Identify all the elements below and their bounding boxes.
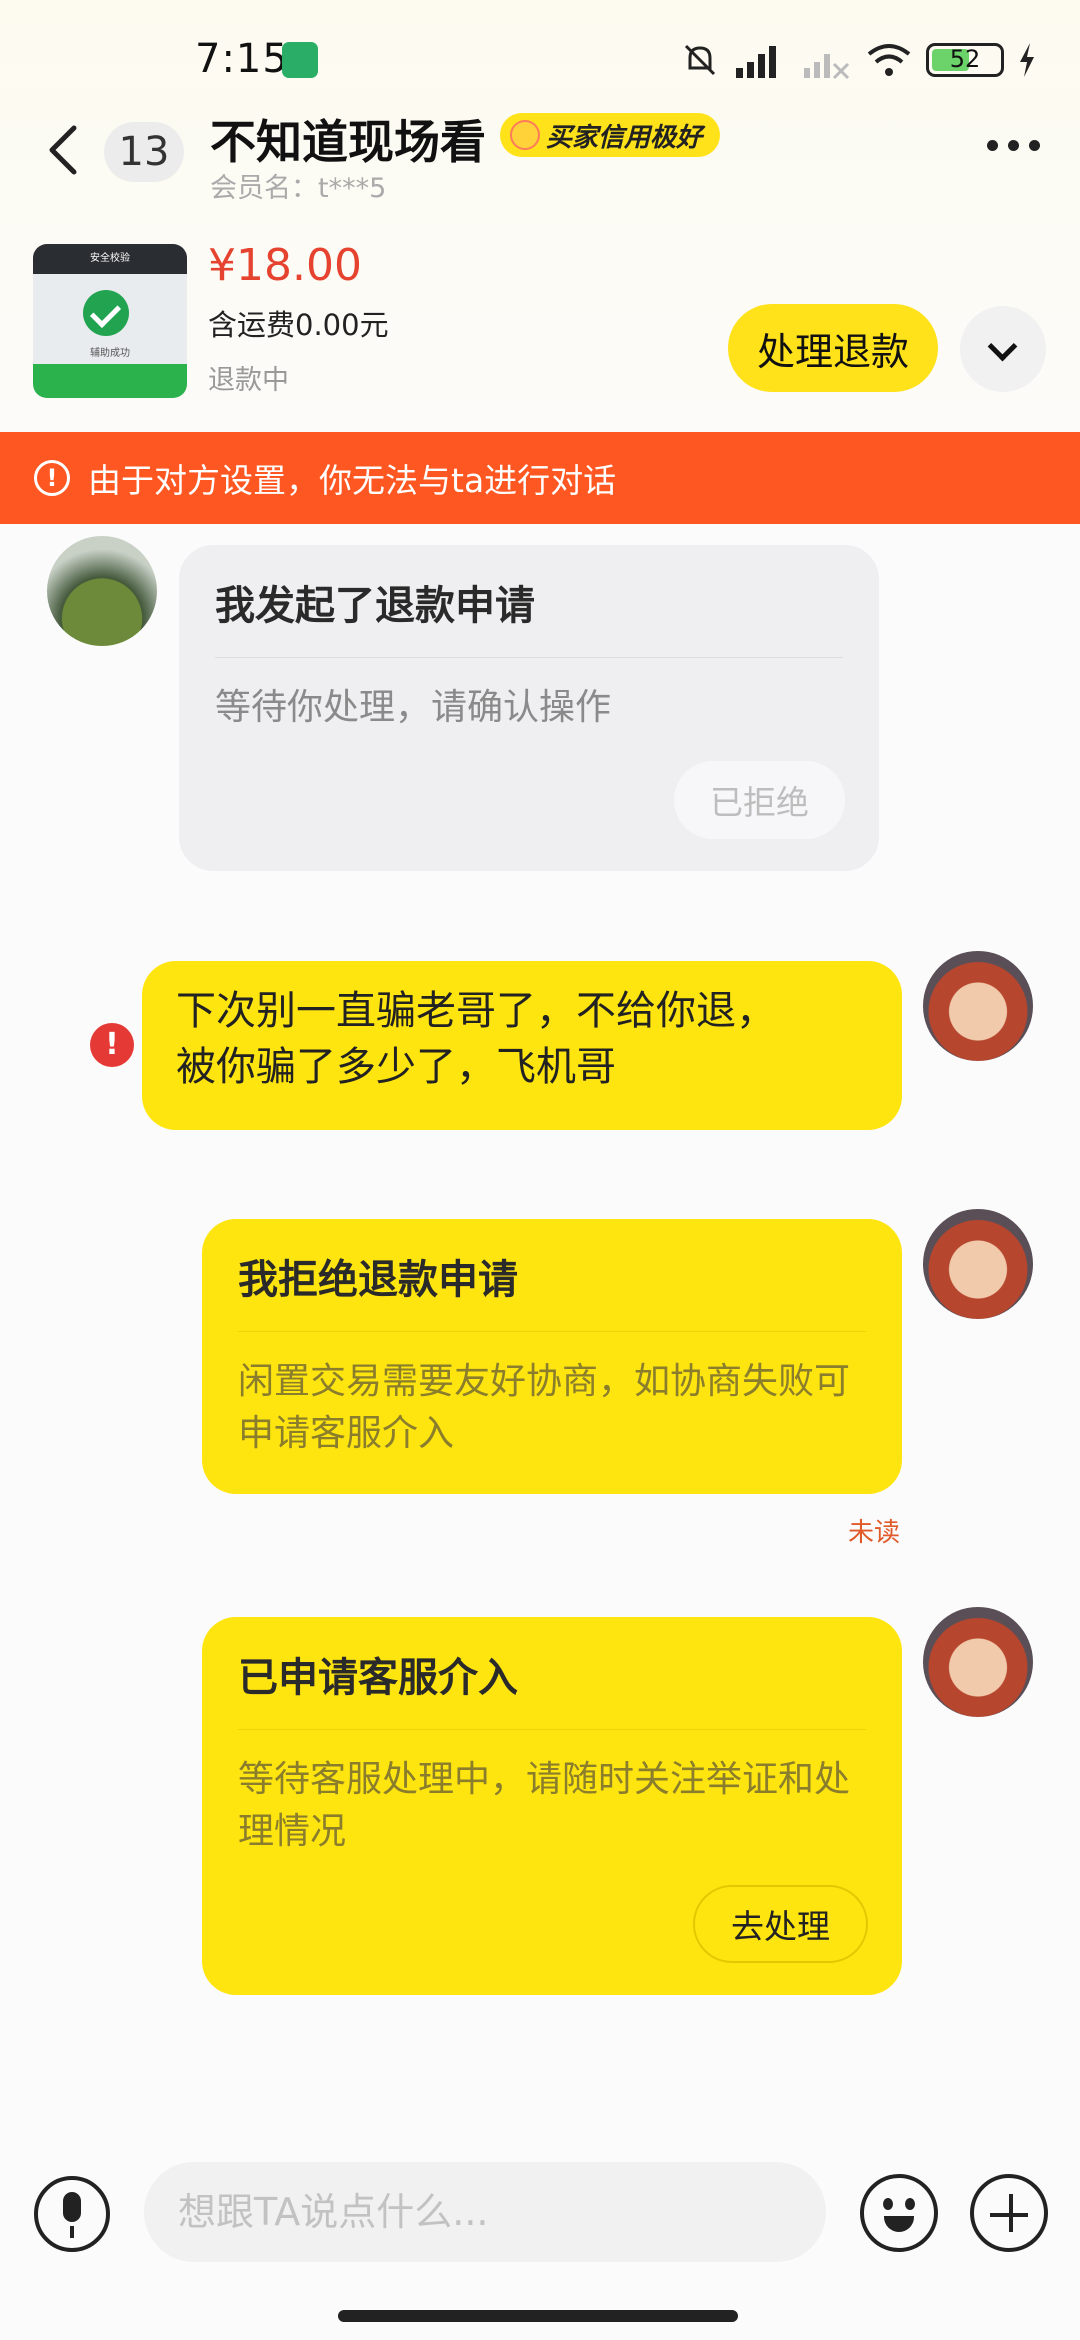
charging-icon xyxy=(1020,43,1034,77)
product-price: ¥18.00 xyxy=(208,240,362,291)
signal-weak-icon xyxy=(804,54,850,80)
smile-face-icon xyxy=(510,120,540,150)
card-description: 等待客服处理中，请随时关注举证和处理情况 xyxy=(238,1759,851,1852)
card-description: 等待你处理，请确认操作 xyxy=(215,687,612,728)
order-status: 退款中 xyxy=(208,365,289,396)
dot-icon xyxy=(987,140,998,151)
divider xyxy=(238,1729,866,1730)
unread-status: 未读 xyxy=(848,1518,901,1548)
refund-request-card[interactable]: 我发起了退款申请 等待你处理，请确认操作 已拒绝 xyxy=(179,545,879,871)
wifi-icon xyxy=(867,44,911,76)
home-indicator[interactable] xyxy=(338,2310,738,2322)
self-avatar[interactable] xyxy=(923,951,1033,1061)
card-title: 我发起了退款申请 xyxy=(215,583,535,629)
chat-title[interactable]: 不知道现场看 xyxy=(210,106,486,172)
divider xyxy=(215,657,843,658)
text-message-bubble[interactable]: 下次别一直骗老哥了，不给你退， 被你骗了多少了，飞机哥 xyxy=(142,961,902,1130)
dot-icon xyxy=(1029,140,1040,151)
card-description: 闲置交易需要友好协商，如协商失败可申请客服介入 xyxy=(238,1361,851,1454)
status-time: 7:15 xyxy=(195,36,289,82)
self-avatar[interactable] xyxy=(923,1209,1033,1319)
plus-icon[interactable] xyxy=(970,2174,1048,2252)
signal-icon xyxy=(736,46,776,78)
thumbnail-bar xyxy=(33,364,187,398)
divider xyxy=(238,1331,866,1332)
go-handle-button[interactable]: 去处理 xyxy=(693,1885,868,1963)
self-avatar[interactable] xyxy=(923,1607,1033,1717)
message-line: 下次别一直骗老哥了，不给你退， xyxy=(176,988,776,1034)
warning-banner: ! 由于对方设置，你无法与ta进行对话 xyxy=(0,432,1080,524)
unread-count-badge: 13 xyxy=(104,122,184,182)
battery-icon: 52 xyxy=(926,43,1004,77)
chevron-left-icon xyxy=(49,125,77,175)
handle-refund-button[interactable]: 处理退款 xyxy=(728,304,938,392)
other-user-avatar[interactable] xyxy=(47,536,157,646)
mute-bell-icon xyxy=(684,44,716,76)
status-icons: 52 xyxy=(680,36,1036,84)
member-name: 会员名：t***5 xyxy=(210,173,387,204)
back-button[interactable] xyxy=(40,120,90,180)
wechat-icon xyxy=(282,42,318,78)
alert-circle-icon: ! xyxy=(34,460,70,496)
rejected-button[interactable]: 已拒绝 xyxy=(674,761,845,839)
warning-text: 由于对方设置，你无法与ta进行对话 xyxy=(88,461,617,500)
thumbnail-text: 辅助成功 xyxy=(90,348,130,359)
credit-badge-label: 买家信用极好 xyxy=(546,122,703,153)
product-thumbnail[interactable]: 安全校验 辅助成功 xyxy=(33,244,187,398)
card-title: 我拒绝退款申请 xyxy=(238,1257,518,1303)
credit-badge: 买家信用极好 xyxy=(500,113,721,157)
thumbnail-caption: 安全校验 xyxy=(33,244,187,274)
emoji-icon[interactable] xyxy=(860,2174,938,2252)
customer-service-card[interactable]: 已申请客服介入 等待客服处理中，请随时关注举证和处理情况 去处理 xyxy=(202,1617,902,1995)
dot-icon xyxy=(1008,140,1019,151)
check-icon xyxy=(83,290,129,336)
message-line: 被你骗了多少了，飞机哥 xyxy=(176,1044,616,1090)
reject-refund-card[interactable]: 我拒绝退款申请 闲置交易需要友好协商，如协商失败可申请客服介入 xyxy=(202,1219,902,1494)
chevron-down-icon[interactable] xyxy=(960,306,1046,392)
more-options-button[interactable] xyxy=(987,140,1040,151)
microphone-icon[interactable] xyxy=(34,2176,110,2252)
shipping-fee: 含运费0.00元 xyxy=(208,308,389,342)
card-title: 已申请客服介入 xyxy=(238,1655,518,1701)
message-input[interactable] xyxy=(144,2162,826,2262)
send-failed-icon[interactable]: ! xyxy=(90,1023,134,1067)
